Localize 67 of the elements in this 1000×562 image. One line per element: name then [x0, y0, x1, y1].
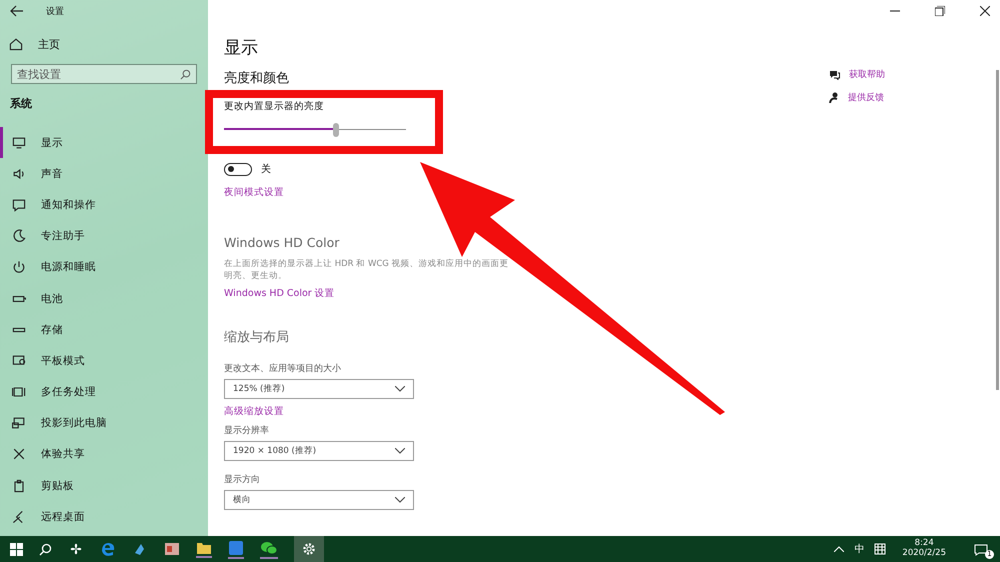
sidebar-item[interactable]: 电池 [0, 282, 208, 314]
sidebar-item[interactable]: 体验共享 [0, 438, 208, 470]
search-icon[interactable] [39, 542, 52, 556]
keyboard-grid-icon[interactable] [874, 543, 886, 555]
settings-link[interactable]: 高级缩放设置 [224, 404, 284, 418]
settings-link[interactable]: Windows HD Color 设置 [224, 286, 335, 300]
power-icon [11, 259, 27, 276]
orientation-dropdown[interactable]: 横向 [224, 490, 414, 510]
description-text: 在上面所选择的显示器上让 HDR 和 WCG 视频、游戏和应用中的画面更明亮、更生动。 [224, 258, 510, 283]
sidebar-item[interactable]: 电源和睡眠 [0, 252, 208, 283]
home-icon [8, 36, 24, 52]
section-heading: 系统 [9, 96, 33, 112]
section-heading: Windows HD Color [224, 235, 340, 250]
settings-taskbar-button[interactable] [294, 536, 324, 562]
close-icon[interactable] [980, 6, 990, 16]
section-heading: 亮度和颜色 [224, 70, 289, 87]
search-field[interactable]: 查找设置 [11, 64, 197, 84]
sidebar-item[interactable]: 声音 [0, 158, 208, 190]
section-heading: 缩放与布局 [224, 328, 289, 346]
speech-bubble-icon [11, 196, 27, 213]
sidebar-item[interactable]: 平板模式 [0, 345, 208, 376]
field-label: 更改文本、应用等项目的大小 [224, 362, 341, 375]
gear-icon [302, 542, 316, 556]
help-link[interactable]: 提供反馈 [848, 91, 884, 104]
notification-icon [974, 544, 988, 556]
input-method-indicator[interactable]: 中 [854, 542, 864, 556]
moon-icon [11, 228, 27, 244]
sidebar-item[interactable]: 多任务处理 [0, 376, 208, 408]
scrollbar[interactable] [996, 70, 999, 390]
sidebar-item[interactable]: 专注助手 [0, 220, 208, 252]
night-light-toggle[interactable] [224, 162, 252, 176]
settings-link[interactable]: 夜间模式设置 [224, 186, 284, 199]
pinwheel-icon[interactable] [68, 541, 84, 557]
windows-logo-icon[interactable] [10, 542, 23, 556]
folder-icon[interactable] [196, 540, 212, 558]
help-link[interactable]: 获取帮助 [849, 68, 885, 81]
sidebar-item[interactable]: 通知和操作 [0, 189, 208, 221]
slider-label: 更改内置显示器的亮度 [224, 100, 324, 113]
projector-icon [11, 415, 27, 432]
sidebar-item[interactable]: 剪贴板 [0, 470, 208, 502]
sidebar-item[interactable]: 投影到此电脑 [0, 408, 208, 439]
chevron-icon [395, 386, 405, 392]
field-label: 显示分辨率 [224, 424, 269, 437]
toggle-state: 关 [261, 162, 271, 176]
chevron-icon [395, 448, 405, 454]
home-nav-item[interactable]: 主页 [0, 22, 208, 52]
field-label: 显示方向 [224, 474, 260, 486]
slider-thumb[interactable] [332, 123, 339, 137]
search-icon [180, 69, 191, 80]
page-title: 显示 [224, 37, 258, 59]
clock[interactable]: 8:24 2020/2/25 [902, 539, 946, 559]
resolution-dropdown[interactable]: 1920 × 1080 (推荐) [224, 440, 414, 461]
scale-dropdown[interactable]: 125% (推荐) [224, 378, 414, 399]
app-icon[interactable] [228, 540, 244, 558]
browser-icon[interactable] [100, 541, 116, 557]
chat-icon[interactable] [260, 540, 278, 558]
window-title: 设置 [46, 6, 64, 18]
sidebar-item[interactable]: 远程桌面 [0, 501, 208, 532]
person-icon [829, 92, 839, 103]
sidebar-item[interactable]: 存储 [0, 314, 208, 346]
monitor-icon [11, 134, 27, 151]
maximize-icon[interactable] [935, 6, 945, 16]
app-icon[interactable] [164, 542, 180, 556]
back-arrow-icon[interactable] [10, 5, 24, 17]
chat-bubble-icon [829, 70, 840, 80]
chevron-up-icon[interactable] [834, 546, 844, 552]
chevron-icon [395, 496, 405, 503]
